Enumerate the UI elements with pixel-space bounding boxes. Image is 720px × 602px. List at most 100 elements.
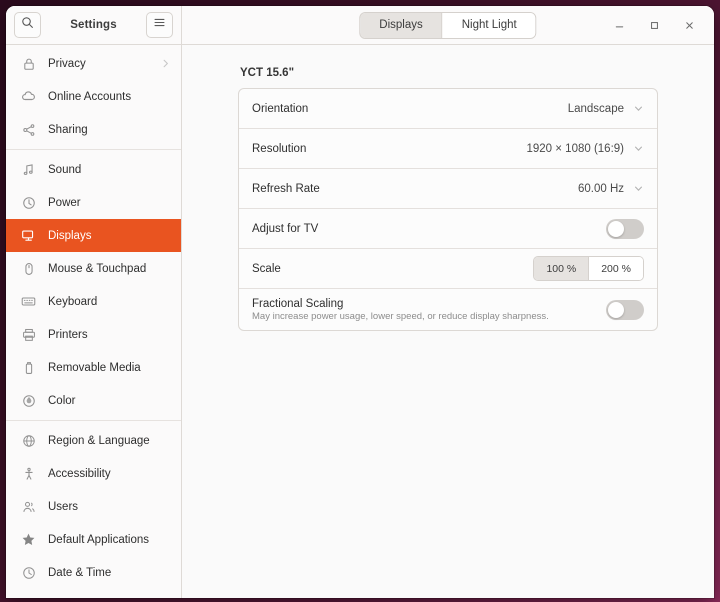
fractional-scaling-labels: Fractional Scaling May increase power us… xyxy=(252,298,549,322)
sidebar-item-sound[interactable]: Sound xyxy=(6,153,181,186)
scale-row: Scale 100 % 200 % xyxy=(239,249,657,289)
sidebar-item-sharing[interactable]: Sharing xyxy=(6,113,181,146)
sidebar-item-region-language[interactable]: Region & Language xyxy=(6,424,181,457)
tab-night-light-label: Night Light xyxy=(461,19,517,31)
tab-displays-label: Displays xyxy=(379,19,423,31)
settings-sidebar[interactable]: Privacy Online Accounts Sharing Sound Po… xyxy=(6,45,182,598)
orientation-row[interactable]: Orientation Landscape xyxy=(239,89,657,129)
scale-option-200[interactable]: 200 % xyxy=(589,257,643,280)
window-controls xyxy=(608,14,706,36)
fractional-scaling-row[interactable]: Fractional Scaling May increase power us… xyxy=(239,289,657,330)
info-circle-icon xyxy=(20,597,37,598)
share-nodes-icon xyxy=(20,121,37,138)
sidebar-item-label: Date & Time xyxy=(48,566,112,579)
sidebar-item-default-applications[interactable]: Default Applications xyxy=(6,523,181,556)
sidebar-item-displays[interactable]: Displays xyxy=(6,219,181,252)
sidebar-item-privacy[interactable]: Privacy xyxy=(6,47,181,80)
tab-displays[interactable]: Displays xyxy=(360,12,443,38)
resolution-value: 1920 × 1080 (16:9) xyxy=(526,142,624,155)
star-icon xyxy=(20,531,37,548)
adjust-for-tv-control xyxy=(606,218,644,239)
accessibility-person-icon xyxy=(20,465,37,482)
adjust-for-tv-toggle[interactable] xyxy=(606,218,644,239)
sidebar-header: Settings xyxy=(6,6,182,44)
sidebar-item-label: Removable Media xyxy=(48,361,141,374)
refresh-rate-value: 60.00 Hz xyxy=(577,182,624,195)
scale-control: 100 % 200 % xyxy=(533,256,644,281)
fractional-scaling-toggle[interactable] xyxy=(606,299,644,320)
sidebar-item-mouse-touchpad[interactable]: Mouse & Touchpad xyxy=(6,252,181,285)
clock-icon xyxy=(20,564,37,581)
adjust-for-tv-row[interactable]: Adjust for TV xyxy=(239,209,657,249)
chevron-down-icon xyxy=(633,183,644,194)
sidebar-item-label: Privacy xyxy=(48,57,86,70)
fractional-scaling-label: Fractional Scaling xyxy=(252,297,344,310)
printer-icon xyxy=(20,326,37,343)
scale-option-200-label: 200 % xyxy=(601,262,631,275)
scale-option-100[interactable]: 100 % xyxy=(534,257,590,280)
toggle-knob xyxy=(608,220,624,237)
content-header: Displays Night Light xyxy=(182,6,714,44)
usb-drive-icon xyxy=(20,359,37,376)
chevron-down-icon xyxy=(633,143,644,154)
sidebar-item-accessibility[interactable]: Accessibility xyxy=(6,457,181,490)
view-tab-switcher: Displays Night Light xyxy=(359,11,537,39)
sidebar-item-keyboard[interactable]: Keyboard xyxy=(6,285,181,318)
music-note-icon xyxy=(20,161,37,178)
close-button[interactable] xyxy=(678,14,700,36)
sidebar-separator xyxy=(6,420,181,421)
header-bar: Settings Displays Night Light xyxy=(6,6,714,45)
scale-label: Scale xyxy=(252,262,281,275)
users-icon xyxy=(20,498,37,515)
sidebar-item-removable-media[interactable]: Removable Media xyxy=(6,351,181,384)
refresh-rate-row[interactable]: Refresh Rate 60.00 Hz xyxy=(239,169,657,209)
chevron-right-icon xyxy=(160,58,171,69)
sidebar-item-label: Color xyxy=(48,394,76,407)
maximize-button[interactable] xyxy=(643,14,665,36)
search-icon xyxy=(21,16,34,34)
refresh-rate-control[interactable]: 60.00 Hz xyxy=(578,183,644,195)
fractional-scaling-control xyxy=(606,299,644,320)
sidebar-item-label: Accessibility xyxy=(48,467,111,480)
main-menu-button[interactable] xyxy=(145,12,173,38)
sidebar-item-label: Default Applications xyxy=(48,533,150,546)
color-droplet-icon xyxy=(20,392,37,409)
sidebar-item-label: Region & Language xyxy=(48,434,150,447)
hamburger-menu-icon xyxy=(153,16,166,34)
globe-icon xyxy=(20,432,37,449)
sidebar-item-color[interactable]: Color xyxy=(6,384,181,417)
resolution-control[interactable]: 1920 × 1080 (16:9) xyxy=(526,143,644,155)
displays-content-area: YCT 15.6" Orientation Landscape Resoluti… xyxy=(182,45,714,598)
power-icon xyxy=(20,194,37,211)
tab-night-light[interactable]: Night Light xyxy=(442,12,536,38)
adjust-for-tv-label: Adjust for TV xyxy=(252,222,319,235)
sidebar-item-label: Mouse & Touchpad xyxy=(48,262,147,275)
orientation-value: Landscape xyxy=(567,102,624,115)
sidebar-item-date-time[interactable]: Date & Time xyxy=(6,556,181,589)
window-body: Privacy Online Accounts Sharing Sound Po… xyxy=(6,45,714,598)
minimize-button[interactable] xyxy=(608,14,630,36)
display-settings-card: Orientation Landscape Resolution 1920 × … xyxy=(238,88,658,331)
sidebar-item-users[interactable]: Users xyxy=(6,490,181,523)
orientation-label: Orientation xyxy=(252,102,309,115)
sidebar-item-label: Printers xyxy=(48,328,88,341)
sidebar-separator xyxy=(6,149,181,150)
sidebar-item-label: Displays xyxy=(48,229,92,242)
sidebar-item-label: Power xyxy=(48,196,81,209)
sidebar-item-online-accounts[interactable]: Online Accounts xyxy=(6,80,181,113)
scale-segmented-control: 100 % 200 % xyxy=(533,256,644,281)
display-settings-panel: YCT 15.6" Orientation Landscape Resoluti… xyxy=(238,67,658,331)
sidebar-item-power[interactable]: Power xyxy=(6,186,181,219)
resolution-row[interactable]: Resolution 1920 × 1080 (16:9) xyxy=(239,129,657,169)
sidebar-item-label: Online Accounts xyxy=(48,90,132,103)
fractional-scaling-description: May increase power usage, lower speed, o… xyxy=(252,310,549,322)
search-button[interactable] xyxy=(14,12,41,38)
sidebar-item-label: Users xyxy=(48,500,79,513)
chevron-down-icon xyxy=(633,103,644,114)
orientation-control[interactable]: Landscape xyxy=(568,103,644,115)
refresh-rate-label: Refresh Rate xyxy=(252,182,320,195)
sidebar-item-printers[interactable]: Printers xyxy=(6,318,181,351)
sidebar-item-label: Sound xyxy=(48,163,82,176)
sidebar-item-about[interactable]: About xyxy=(6,589,181,598)
display-name-heading: YCT 15.6" xyxy=(240,67,295,79)
